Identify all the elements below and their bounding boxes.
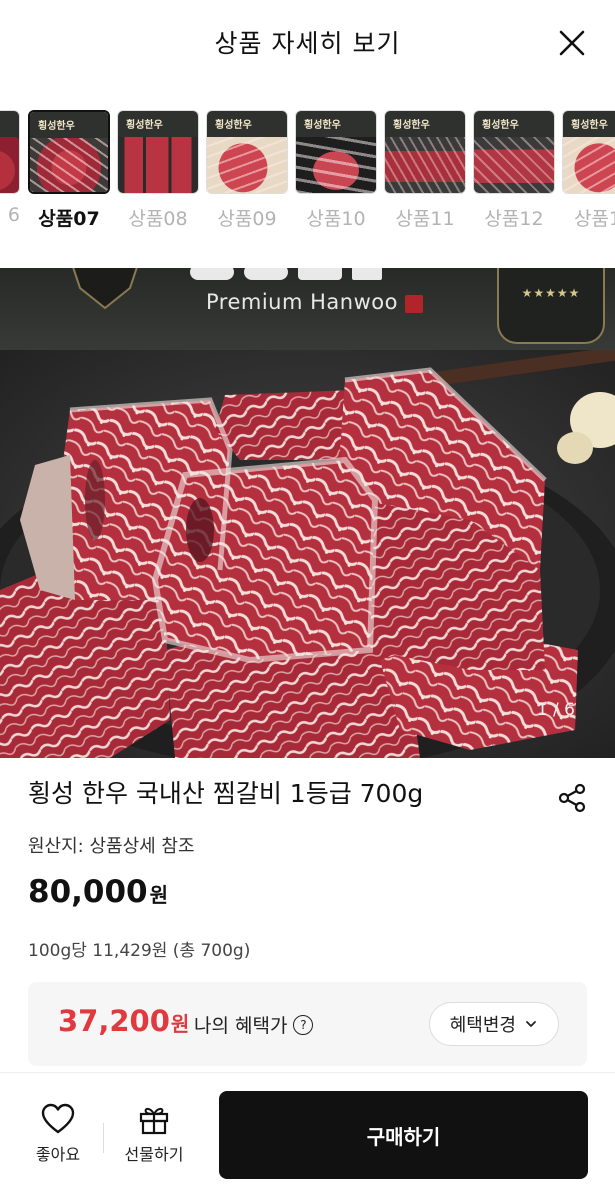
hero-banner: Premium Hanwoo ★★★★★ <box>0 268 615 350</box>
thumbnail-label: 상품11 <box>395 208 455 230</box>
benefit-price-unit: 원 <box>170 1012 190 1036</box>
product-detail-page: 상품 자세히 보기 6 횡성한우 상품07 횡성한우 상품08 횡성한우 상품0… <box>0 0 615 1200</box>
thumbnail-item[interactable]: 횡성한우 상품10 <box>295 110 377 231</box>
benefit-box: 37,200원 나의 혜택가 ? 혜택변경 <box>28 982 587 1066</box>
seal-icon <box>405 295 423 313</box>
thumbnail-brand: 횡성한우 <box>393 120 430 131</box>
product-price: 80,000 원 <box>28 874 168 910</box>
thumbnail-label: 6 <box>7 204 20 226</box>
heart-icon <box>41 1103 75 1134</box>
origin-text: 원산지: 상품상세 참조 <box>28 836 195 857</box>
thumbnail-item[interactable]: 6 <box>0 110 20 226</box>
thumbnail-label: 상품08 <box>128 208 188 230</box>
thumbnail-image <box>0 110 20 194</box>
price-unit: 원 <box>149 883 169 907</box>
thumbnail-image: 횡성한우 <box>117 110 199 194</box>
like-button[interactable]: 좋아요 <box>28 1103 88 1165</box>
buy-button[interactable]: 구매하기 <box>219 1091 588 1179</box>
thumbnail-image: 횡성한우 <box>562 110 615 194</box>
product-info: 횡성 한우 국내산 찜갈비 1등급 700g <box>28 776 588 814</box>
thumbnail-brand: 횡성한우 <box>304 120 341 131</box>
thumbnail-label: 상품12 <box>484 208 544 230</box>
like-label: 좋아요 <box>35 1145 81 1164</box>
benefit-price-value: 37,200 <box>58 1004 170 1038</box>
benefit-label-group: 나의 혜택가 ? <box>194 1011 314 1038</box>
brand-wordmark-icon <box>190 268 382 280</box>
hero-meat-image <box>0 350 615 758</box>
bottom-action-bar: 좋아요 선물하기 구매하기 <box>0 1072 615 1200</box>
thumbnail-image: 횡성한우 <box>295 110 377 194</box>
brand-logo-icon <box>72 268 138 310</box>
thumbnail-brand: 횡성한우 <box>38 121 75 132</box>
benefit-label: 나의 혜택가 <box>194 1015 288 1037</box>
hero-brand-text: Premium Hanwoo <box>206 290 398 314</box>
thumbnail-image: 횡성한우 <box>384 110 466 194</box>
product-image-carousel[interactable]: Premium Hanwoo ★★★★★ 1 / 6 <box>0 268 615 758</box>
thumbnail-label: 상품09 <box>217 208 277 230</box>
star-rating-icon: ★★★★★ <box>521 286 581 300</box>
product-name: 횡성 한우 국내산 찜갈비 1등급 700g <box>28 779 424 808</box>
gift-button[interactable]: 선물하기 <box>118 1103 190 1165</box>
header: 상품 자세히 보기 <box>0 0 615 86</box>
benefit-price: 37,200원 <box>58 1004 189 1038</box>
image-counter: 1 / 6 <box>536 700 575 720</box>
thumbnail-label: 상품07 <box>38 208 100 230</box>
price-value: 80,000 <box>28 874 148 910</box>
gift-label: 선물하기 <box>124 1145 184 1164</box>
thumbnail-item[interactable]: 횡성한우 상품11 <box>384 110 466 231</box>
divider <box>103 1123 104 1153</box>
chevron-down-icon <box>526 1021 536 1027</box>
share-button[interactable] <box>556 782 588 814</box>
gift-icon <box>139 1107 169 1135</box>
help-icon[interactable]: ? <box>293 1014 314 1035</box>
thumbnail-label: 상품10 <box>306 208 366 230</box>
change-benefit-label: 혜택변경 <box>449 1015 516 1036</box>
share-icon <box>558 783 586 813</box>
close-button[interactable] <box>553 24 591 62</box>
thumbnail-item[interactable]: 횡성한우 상품07 <box>28 110 110 231</box>
thumbnail-item[interactable]: 횡성한우 상품12 <box>473 110 555 231</box>
thumbnail-image: 횡성한우 <box>28 110 110 194</box>
page-title: 상품 자세히 보기 <box>214 29 401 58</box>
change-benefit-button[interactable]: 혜택변경 <box>428 1002 559 1046</box>
thumbnail-label: 상품1 <box>574 208 615 230</box>
thumbnail-brand: 횡성한우 <box>126 120 163 131</box>
close-icon <box>559 30 585 56</box>
thumbnail-item[interactable]: 횡성한우 상품08 <box>117 110 199 231</box>
thumbnail-image: 횡성한우 <box>473 110 555 194</box>
thumbnail-brand: 횡성한우 <box>571 120 608 131</box>
thumbnail-item[interactable]: 횡성한우 상품09 <box>206 110 288 231</box>
thumbnail-brand: 횡성한우 <box>482 120 519 131</box>
grade-badge: ★★★★★ <box>497 268 605 344</box>
thumbnail-item[interactable]: 횡성한우 상품1 <box>562 110 615 231</box>
unit-price-text: 100g당 11,429원 (총 700g) <box>28 941 251 961</box>
thumbnail-brand: 횡성한우 <box>215 120 252 131</box>
thumbnail-strip[interactable]: 6 횡성한우 상품07 횡성한우 상품08 횡성한우 상품09 횡성한우 상품1… <box>0 110 615 240</box>
thumbnail-image: 횡성한우 <box>206 110 288 194</box>
